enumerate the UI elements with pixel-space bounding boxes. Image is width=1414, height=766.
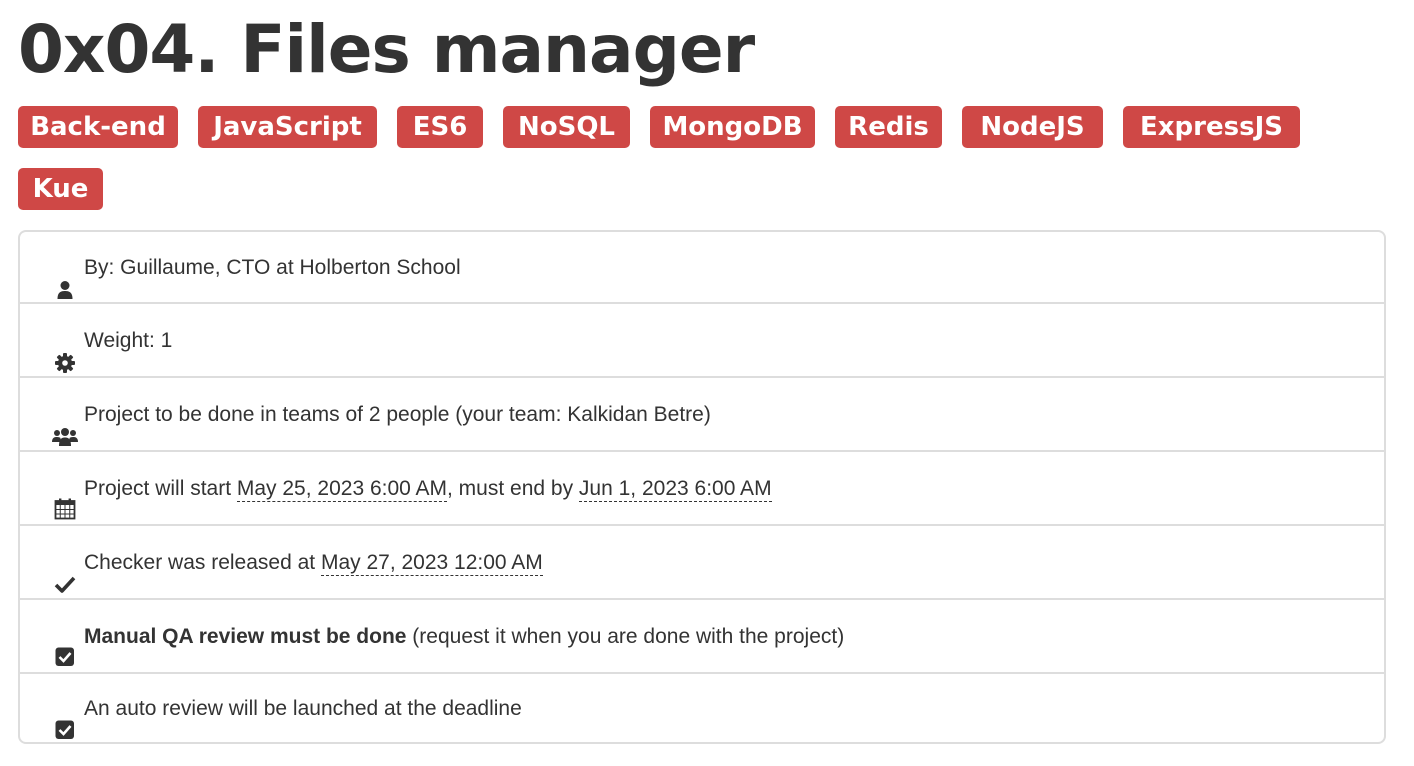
manual-qa-bold: Manual QA review must be done: [84, 625, 407, 648]
tag-nosql[interactable]: NoSQL: [503, 106, 630, 148]
checker-prefix: Checker was released at: [84, 551, 321, 574]
tag-javascript[interactable]: JavaScript: [198, 106, 377, 148]
check-icon: [54, 553, 76, 593]
end-date[interactable]: Jun 1, 2023 6:00 AM: [578, 477, 772, 502]
calendar-icon: [54, 478, 76, 520]
manual-qa-row: Manual QA review must be done (request i…: [20, 600, 1384, 674]
page-title: 0x04. Files manager: [18, 11, 755, 88]
schedule-prefix: Project will start: [84, 477, 237, 500]
gear-icon: [54, 331, 76, 373]
tag-expressjs[interactable]: ExpressJS: [1123, 106, 1300, 148]
team-text: Project to be done in teams of 2 people …: [84, 403, 711, 426]
tag-mongodb[interactable]: MongoDB: [650, 106, 815, 148]
manual-qa-rest: (request it when you are done with the p…: [406, 625, 845, 648]
checked-box-icon: [54, 626, 76, 666]
weight-text: Weight: 1: [84, 329, 173, 352]
users-icon: [52, 405, 78, 446]
checker-date[interactable]: May 27, 2023 12:00 AM: [320, 551, 543, 576]
tag-nodejs[interactable]: NodeJS: [962, 106, 1103, 148]
auto-review-row: An auto review will be launched at the d…: [20, 674, 1384, 742]
checked-box-icon: [54, 699, 76, 739]
team-row: Project to be done in teams of 2 people …: [20, 378, 1384, 452]
schedule-middle: , must end by: [447, 477, 579, 500]
schedule-row: Project will start May 25, 2023 6:00 AM,…: [20, 452, 1384, 526]
checker-text: Checker was released at May 27, 2023 12:…: [84, 526, 543, 600]
schedule-text: Project will start May 25, 2023 6:00 AM,…: [84, 452, 772, 526]
checker-row: Checker was released at May 27, 2023 12:…: [20, 526, 1384, 600]
tag-redis[interactable]: Redis: [835, 106, 942, 148]
manual-qa-text: Manual QA review must be done (request i…: [84, 600, 844, 674]
tag-back-end[interactable]: Back-end: [18, 106, 178, 148]
author-text: By: Guillaume, CTO at Holberton School: [84, 256, 461, 279]
author-row: By: Guillaume, CTO at Holberton School: [20, 232, 1384, 304]
weight-row: Weight: 1: [20, 304, 1384, 378]
project-info-panel: By: Guillaume, CTO at Holberton School W…: [18, 230, 1386, 744]
tag-es6[interactable]: ES6: [397, 106, 483, 148]
user-icon: [54, 258, 76, 299]
tag-kue[interactable]: Kue: [18, 168, 103, 210]
auto-review-text: An auto review will be launched at the d…: [84, 697, 522, 720]
start-date[interactable]: May 25, 2023 6:00 AM: [236, 477, 448, 502]
